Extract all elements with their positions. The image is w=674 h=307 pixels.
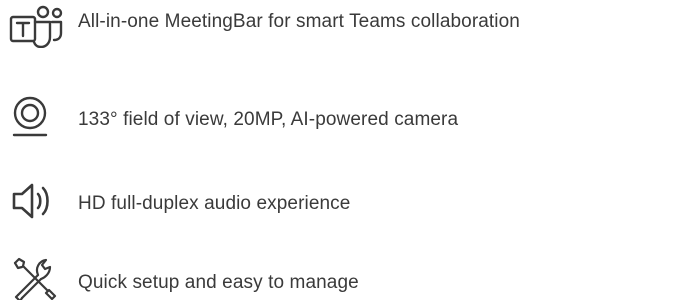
camera-icon: [8, 92, 64, 140]
feature-item-camera: 133° field of view, 20MP, AI-powered cam…: [0, 92, 674, 140]
feature-label: Quick setup and easy to manage: [78, 272, 359, 293]
tools-icon: [8, 252, 64, 300]
feature-item-audio: HD full-duplex audio experience: [0, 177, 674, 225]
feature-item-teams: All-in-one MeetingBar for smart Teams co…: [0, 0, 674, 48]
feature-list: All-in-one MeetingBar for smart Teams co…: [0, 0, 674, 307]
speaker-icon: [8, 177, 64, 225]
feature-label: 133° field of view, 20MP, AI-powered cam…: [78, 109, 459, 130]
feature-label: HD full-duplex audio experience: [78, 193, 351, 214]
feature-item-setup: Quick setup and easy to manage: [0, 252, 674, 300]
feature-label: All-in-one MeetingBar for smart Teams co…: [78, 11, 520, 32]
teams-icon: [8, 0, 64, 48]
